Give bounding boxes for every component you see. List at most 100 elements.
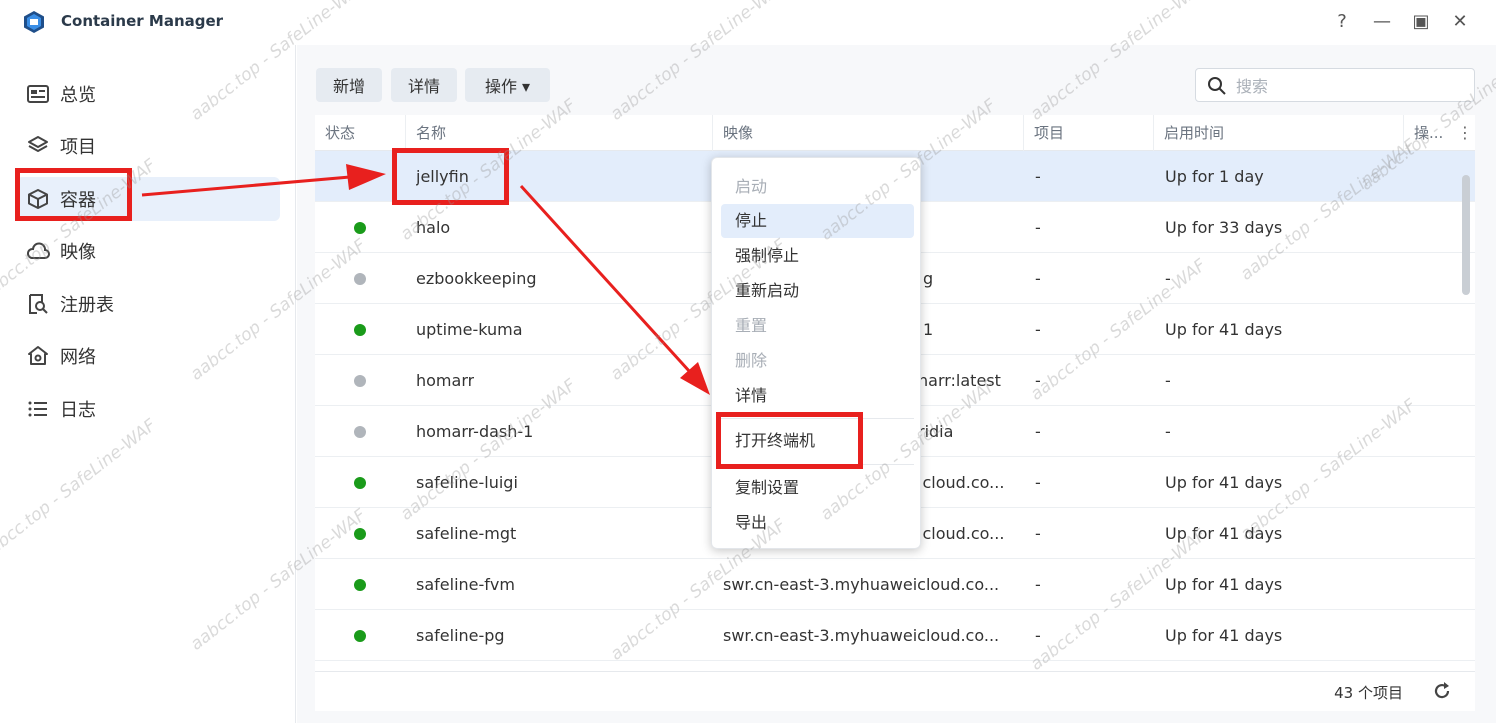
menu-item-delete[interactable]: 删除 [721,344,914,378]
container-name: ezbookkeeping [416,269,537,288]
status-stopped-icon [354,273,366,285]
column-header-uptime[interactable]: 启用时间 [1153,115,1403,151]
container-image: 1 [923,320,934,339]
container-image: icloud.co... [918,473,1005,492]
title-bar: Container Manager ? — ▣ ✕ [0,0,1496,45]
container-image: icloud.co... [918,524,1005,543]
app-title: Container Manager [61,12,224,30]
column-header-status[interactable]: 状态 [315,115,405,151]
sidebar-item-logs[interactable]: 日志 [16,387,280,431]
menu-item-details[interactable]: 详情 [721,379,914,413]
container-name: halo [416,218,451,237]
table-header: 状态 名称 映像 项目 启用时间 操... ⋮ [315,115,1475,151]
container-uptime: Up for 41 days [1165,320,1283,339]
minimize-icon[interactable]: — [1371,10,1393,32]
container-project: - [1035,320,1041,339]
cube-icon [26,187,50,211]
column-header-actions[interactable]: 操... [1403,115,1451,151]
status-running-icon [354,222,366,234]
search-box [1195,68,1475,102]
sidebar-item-network[interactable]: 网络 [16,334,280,378]
container-uptime: Up for 41 days [1165,473,1283,492]
menu-item-start[interactable]: 启动 [721,170,914,204]
close-icon[interactable]: ✕ [1449,10,1471,32]
sidebar: 总览 项目 容器 映像 注册表 网络 日志 [0,45,296,723]
maximize-icon[interactable]: ▣ [1410,10,1432,32]
column-header-name[interactable]: 名称 [405,115,712,151]
container-name: homarr-dash-1 [416,422,534,441]
status-running-icon [354,477,366,489]
overview-icon [26,82,50,106]
sidebar-item-registry[interactable]: 注册表 [16,282,280,326]
menu-item-open-terminal[interactable]: 打开终端机 [721,424,914,458]
status-running-icon [354,324,366,336]
container-image: swr.cn-east-3.myhuaweicloud.co... [723,626,1000,645]
container-manager-logo-icon [24,11,44,33]
container-project: - [1035,626,1041,645]
sidebar-item-label: 网络 [60,347,96,368]
container-image: narr:latest [918,371,1001,390]
container-project: - [1035,167,1041,186]
container-name: homarr [416,371,475,390]
menu-item-export[interactable]: 导出 [721,506,914,540]
table-row[interactable]: safeline-fvm swr.cn-east-3.myhuaweicloud… [315,559,1475,610]
column-header-image[interactable]: 映像 [712,115,1023,151]
container-project: - [1035,524,1041,543]
container-project: - [1035,269,1041,288]
container-project: - [1035,218,1041,237]
list-icon [26,397,50,421]
menu-item-reset[interactable]: 重置 [721,309,914,343]
table-scrollbar[interactable] [1462,175,1470,295]
menu-item-restart[interactable]: 重新启动 [721,274,914,308]
layers-icon [26,134,50,158]
add-button[interactable]: 新增 [316,68,382,102]
container-name: safeline-fvm [416,575,515,594]
menu-divider [721,418,914,419]
column-header-project[interactable]: 项目 [1023,115,1153,151]
sidebar-item-label: 映像 [60,242,96,263]
table-footer: 43 个项目 [315,671,1475,711]
details-button[interactable]: 详情 [391,68,457,102]
refresh-icon[interactable] [1431,680,1453,702]
container-uptime: - [1165,422,1171,441]
status-running-icon [354,528,366,540]
container-uptime: Up for 1 day [1165,167,1264,186]
container-uptime: - [1165,371,1171,390]
item-count: 43 个项目 [1334,684,1403,702]
sidebar-item-images[interactable]: 映像 [16,229,280,273]
menu-item-force-stop[interactable]: 强制停止 [721,239,914,273]
help-icon[interactable]: ? [1331,10,1353,32]
actions-dropdown-button[interactable]: 操作 ▾ [465,68,550,102]
sidebar-item-label: 项目 [60,137,96,158]
sidebar-item-containers[interactable]: 容器 [16,177,280,221]
container-name: safeline-pg [416,626,505,645]
container-uptime: Up for 41 days [1165,575,1283,594]
menu-item-stop[interactable]: 停止 [721,204,914,238]
status-stopped-icon [354,375,366,387]
container-name: jellyfin [416,167,469,186]
network-home-icon [26,344,50,368]
container-image: ridia [918,422,954,441]
registry-search-icon [26,292,50,316]
table-row[interactable]: safeline-pg swr.cn-east-3.myhuaweicloud.… [315,610,1475,661]
sidebar-item-label: 日志 [60,400,96,421]
container-uptime: Up for 33 days [1165,218,1283,237]
container-project: - [1035,473,1041,492]
sidebar-item-overview[interactable]: 总览 [16,72,280,116]
sidebar-item-projects[interactable]: 项目 [16,124,280,168]
container-uptime: Up for 41 days [1165,524,1283,543]
container-uptime: Up for 41 days [1165,626,1283,645]
container-name: safeline-mgt [416,524,517,543]
container-project: - [1035,371,1041,390]
container-project: - [1035,422,1041,441]
sidebar-item-label: 容器 [60,190,96,211]
column-options-icon[interactable]: ⋮ [1455,123,1475,143]
status-stopped-icon [354,426,366,438]
search-input[interactable] [1236,75,1456,97]
container-project: - [1035,575,1041,594]
search-icon [1208,77,1226,95]
menu-item-duplicate-settings[interactable]: 复制设置 [721,471,914,505]
menu-divider [721,464,914,465]
sidebar-item-label: 总览 [60,85,96,106]
container-name: safeline-luigi [416,473,518,492]
